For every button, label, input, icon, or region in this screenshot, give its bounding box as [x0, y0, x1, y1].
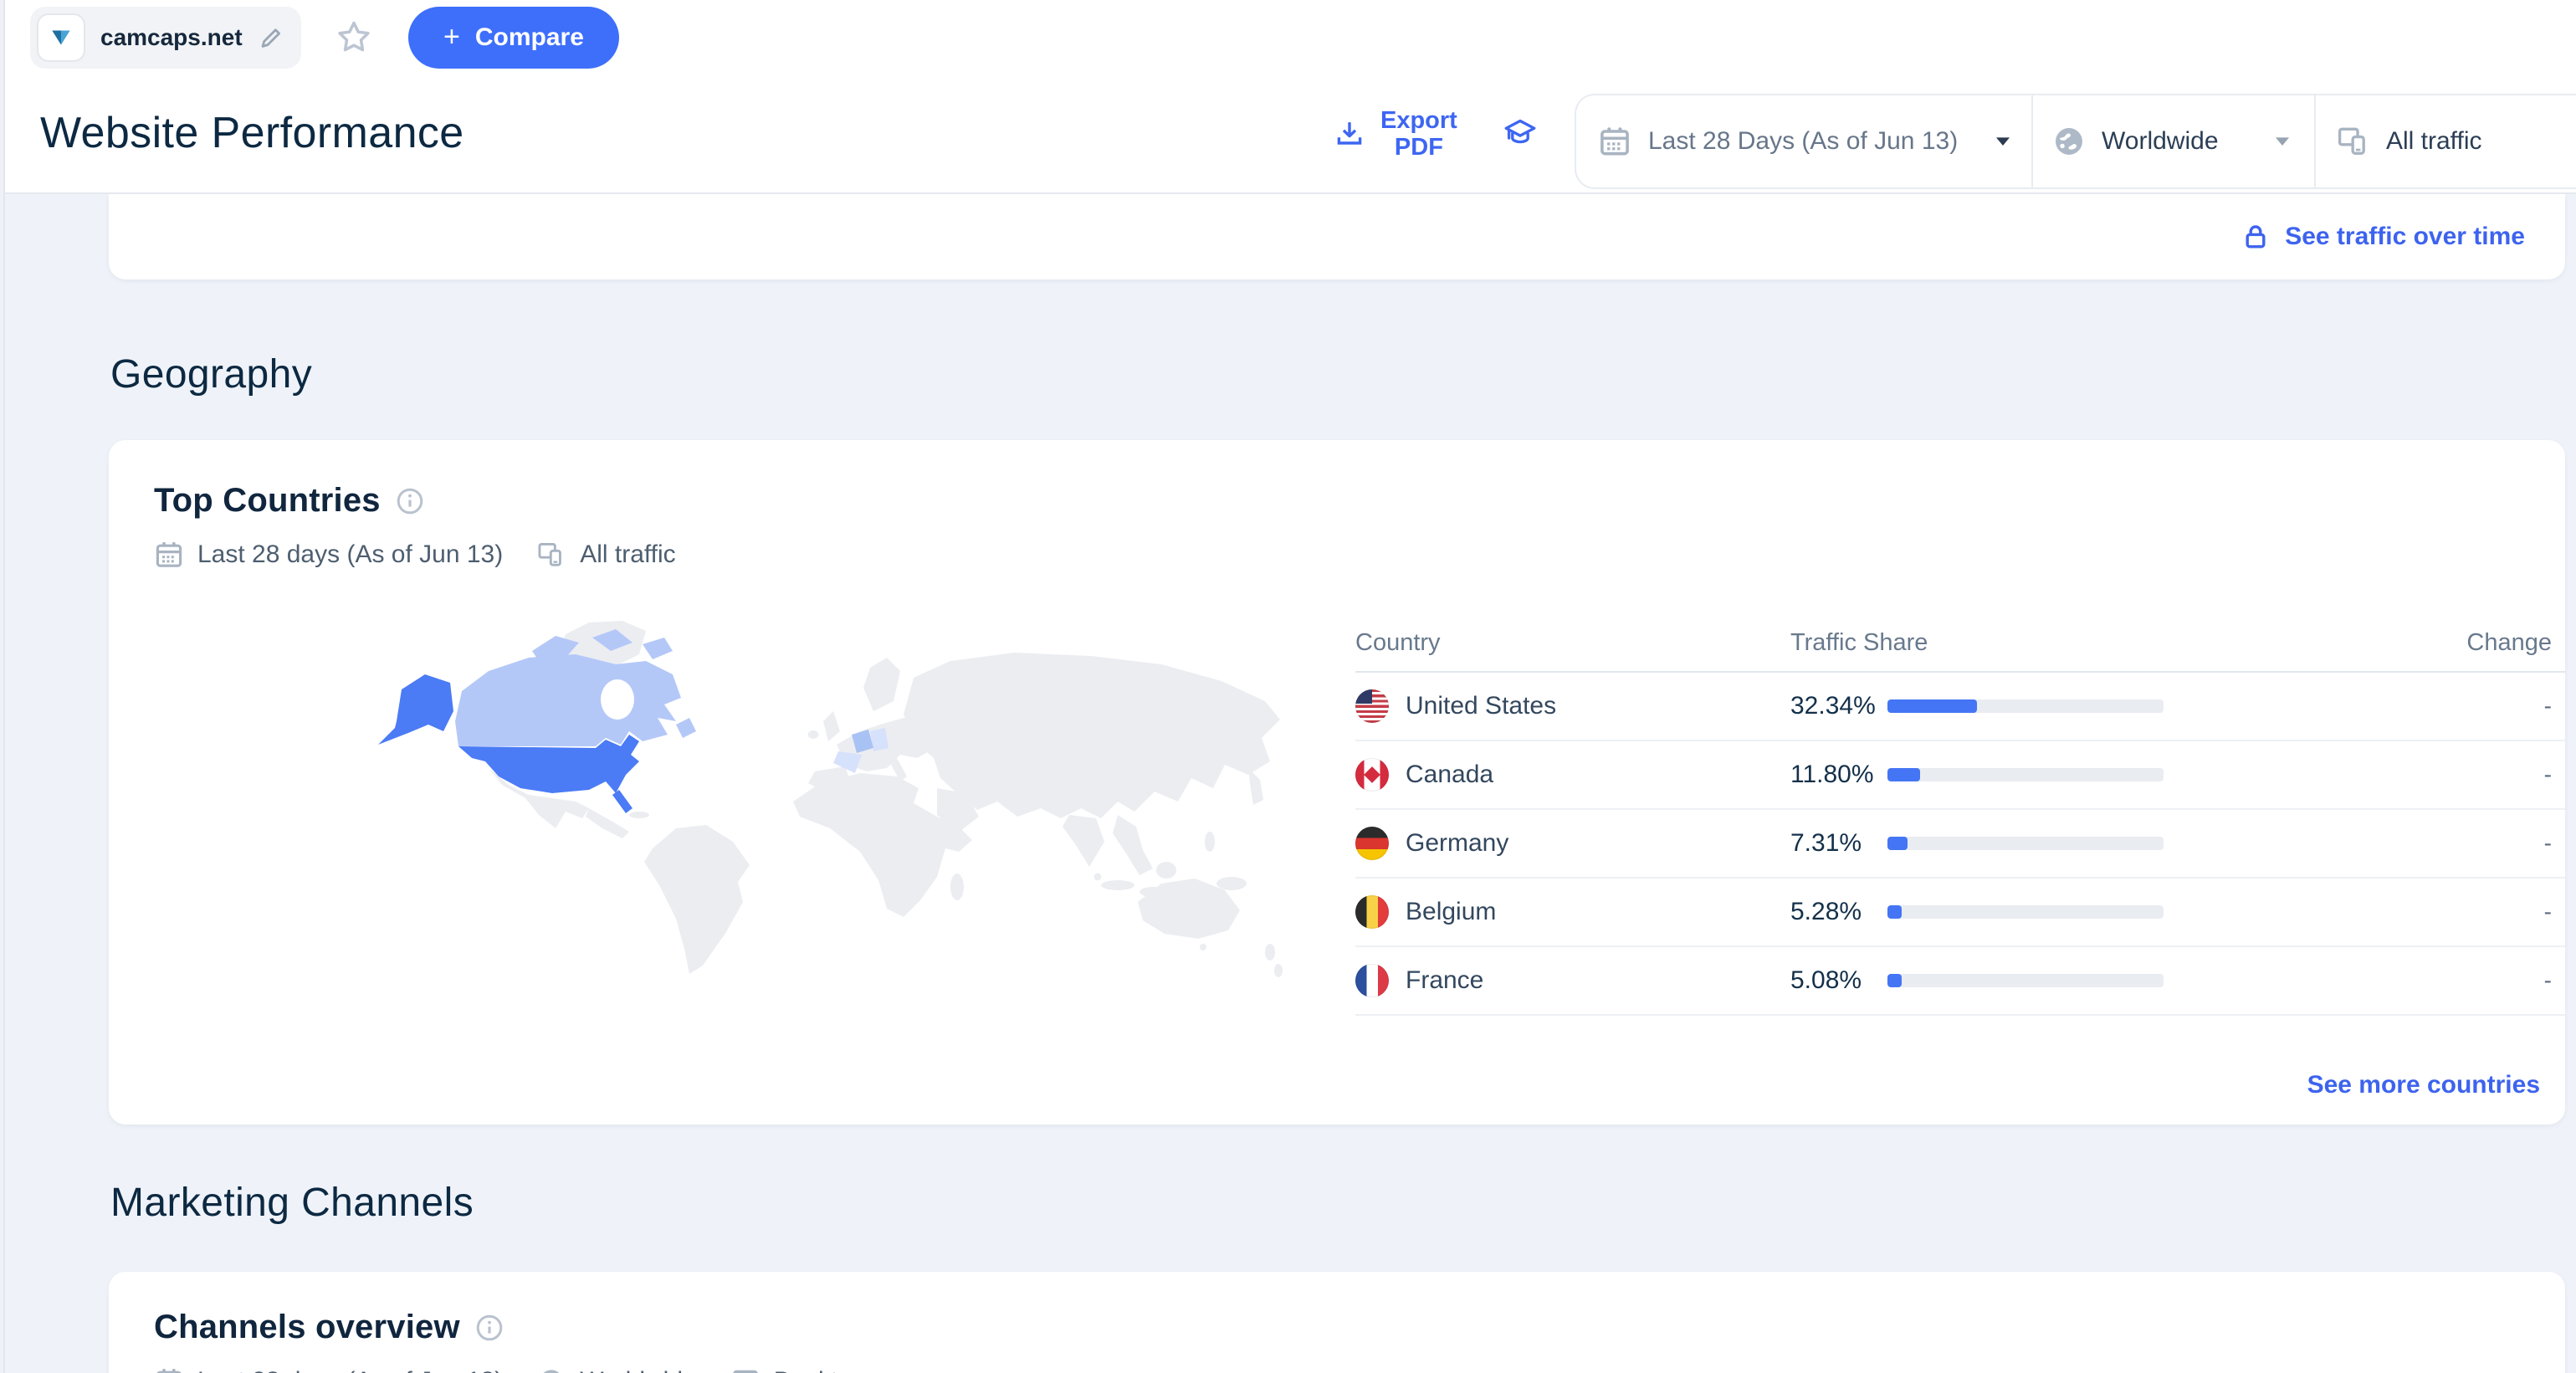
edit-icon[interactable]	[258, 24, 284, 51]
top-countries-title: Top Countries	[154, 482, 381, 519]
change-value: -	[2543, 830, 2552, 856]
traffic-share-bar	[1887, 837, 2164, 850]
traffic-share-bar	[1887, 905, 2164, 919]
domain-chip[interactable]: camcaps.net	[30, 7, 301, 69]
meta-geo: Worldwide	[536, 1366, 697, 1373]
info-icon[interactable]	[475, 1314, 504, 1342]
channels-overview-card: Channels overview	[109, 1272, 2565, 1373]
calendar-icon	[1598, 125, 1631, 158]
col-change: Change	[2466, 628, 2552, 656]
meta-date-range: Last 28 days (As of Jun 13)	[154, 540, 503, 570]
country-name: France	[1406, 966, 1484, 994]
export-pdf-button[interactable]: Export PDF	[1334, 107, 1457, 161]
countries-rows: United States 32.34% - Canada 11.80% - Germany…	[1355, 673, 2565, 1016]
globe-icon	[2051, 124, 2087, 159]
meta-device: Desktop	[730, 1366, 866, 1373]
country-filter-label: Worldwide	[2102, 127, 2219, 155]
compare-label: Compare	[474, 23, 584, 51]
meta-date-range: Last 28 days (As of Jun 13)	[154, 1366, 503, 1373]
lock-icon	[2241, 223, 2270, 251]
table-row[interactable]: France 5.08% -	[1355, 947, 2565, 1016]
devices-icon	[2336, 124, 2371, 159]
traffic-card-tail: See traffic over time	[109, 194, 2565, 279]
top-countries-card: Top Countries Last 28 days (As of Jun 13…	[109, 440, 2565, 1125]
info-icon[interactable]	[396, 487, 424, 515]
favorite-star-icon[interactable]	[333, 17, 375, 59]
country-name: Germany	[1406, 829, 1509, 857]
traffic-share-value: 11.80%	[1790, 761, 1874, 788]
traffic-share-value: 7.31%	[1790, 829, 1862, 857]
academy-cap-icon[interactable]	[1501, 115, 1539, 153]
traffic-share-bar	[1887, 768, 2164, 781]
col-traffic-share: Traffic Share	[1790, 628, 1928, 656]
section-title-geography: Geography	[110, 352, 313, 397]
download-icon	[1334, 118, 1365, 150]
meta-traffic-type: All traffic	[536, 540, 676, 570]
be-flag-icon	[1355, 895, 1389, 929]
ca-flag-icon	[1355, 758, 1389, 792]
top-countries-body: Country Traffic Share Change United Stat…	[109, 614, 2565, 1021]
traffic-type-label: All traffic	[2386, 127, 2482, 155]
change-value: -	[2543, 899, 2552, 925]
site-favicon	[37, 13, 85, 62]
table-row[interactable]: United States 32.34% -	[1355, 673, 2565, 741]
fr-flag-icon	[1355, 964, 1389, 997]
see-more-countries-link[interactable]: See more countries	[2307, 1071, 2540, 1099]
traffic-share-value: 32.34%	[1790, 692, 1876, 720]
de-flag-icon	[1355, 827, 1389, 860]
date-range-label: Last 28 Days (As of Jun 13)	[1648, 127, 1959, 155]
table-row[interactable]: Germany 7.31% -	[1355, 810, 2565, 879]
date-range-filter[interactable]: Last 28 Days (As of Jun 13)	[1576, 95, 2031, 187]
caret-down-icon	[1995, 136, 2011, 147]
page-header: Website Performance Export PDF Last 28 D…	[0, 75, 2576, 194]
top-countries-table: Country Traffic Share Change United Stat…	[1355, 614, 2565, 1021]
compare-button[interactable]: + Compare	[408, 7, 619, 69]
see-traffic-label: See traffic over time	[2285, 223, 2525, 250]
table-row[interactable]: Belgium 5.28% -	[1355, 879, 2565, 947]
world-map[interactable]	[114, 614, 1314, 1021]
change-value: -	[2543, 761, 2552, 787]
table-row[interactable]: Canada 11.80% -	[1355, 741, 2565, 810]
country-name: United States	[1406, 692, 1557, 720]
left-edge-divider	[0, 0, 5, 1373]
change-value: -	[2543, 967, 2552, 993]
plus-icon: +	[443, 20, 460, 53]
traffic-share-value: 5.28%	[1790, 898, 1862, 925]
caret-down-icon	[2274, 136, 2291, 147]
channels-overview-title: Channels overview	[154, 1309, 460, 1345]
table-header-row: Country Traffic Share Change	[1355, 614, 2565, 673]
alaska-shape	[378, 674, 453, 745]
traffic-type-filter[interactable]: All traffic	[2314, 95, 2576, 187]
top-bar: camcaps.net + Compare	[0, 0, 2576, 75]
canada-shape	[455, 654, 681, 746]
see-traffic-over-time-link[interactable]: See traffic over time	[2241, 194, 2525, 279]
traffic-share-bar	[1887, 974, 2164, 987]
page-title: Website Performance	[40, 109, 464, 157]
country-filter[interactable]: Worldwide	[2031, 95, 2314, 187]
col-country: Country	[1355, 628, 1441, 656]
change-value: -	[2543, 693, 2552, 719]
country-name: Belgium	[1406, 898, 1497, 925]
domain-label: camcaps.net	[100, 24, 243, 50]
us-flag-icon	[1355, 689, 1389, 723]
filter-group: Last 28 Days (As of Jun 13) Worldwide Al…	[1575, 94, 2576, 189]
traffic-share-bar	[1887, 699, 2164, 713]
traffic-share-value: 5.08%	[1790, 966, 1862, 994]
section-title-marketing-channels: Marketing Channels	[110, 1181, 474, 1225]
export-pdf-label: Export PDF	[1380, 107, 1457, 161]
website-performance-page: camcaps.net + Compare Website Performanc…	[0, 0, 2576, 1373]
country-name: Canada	[1406, 761, 1494, 788]
